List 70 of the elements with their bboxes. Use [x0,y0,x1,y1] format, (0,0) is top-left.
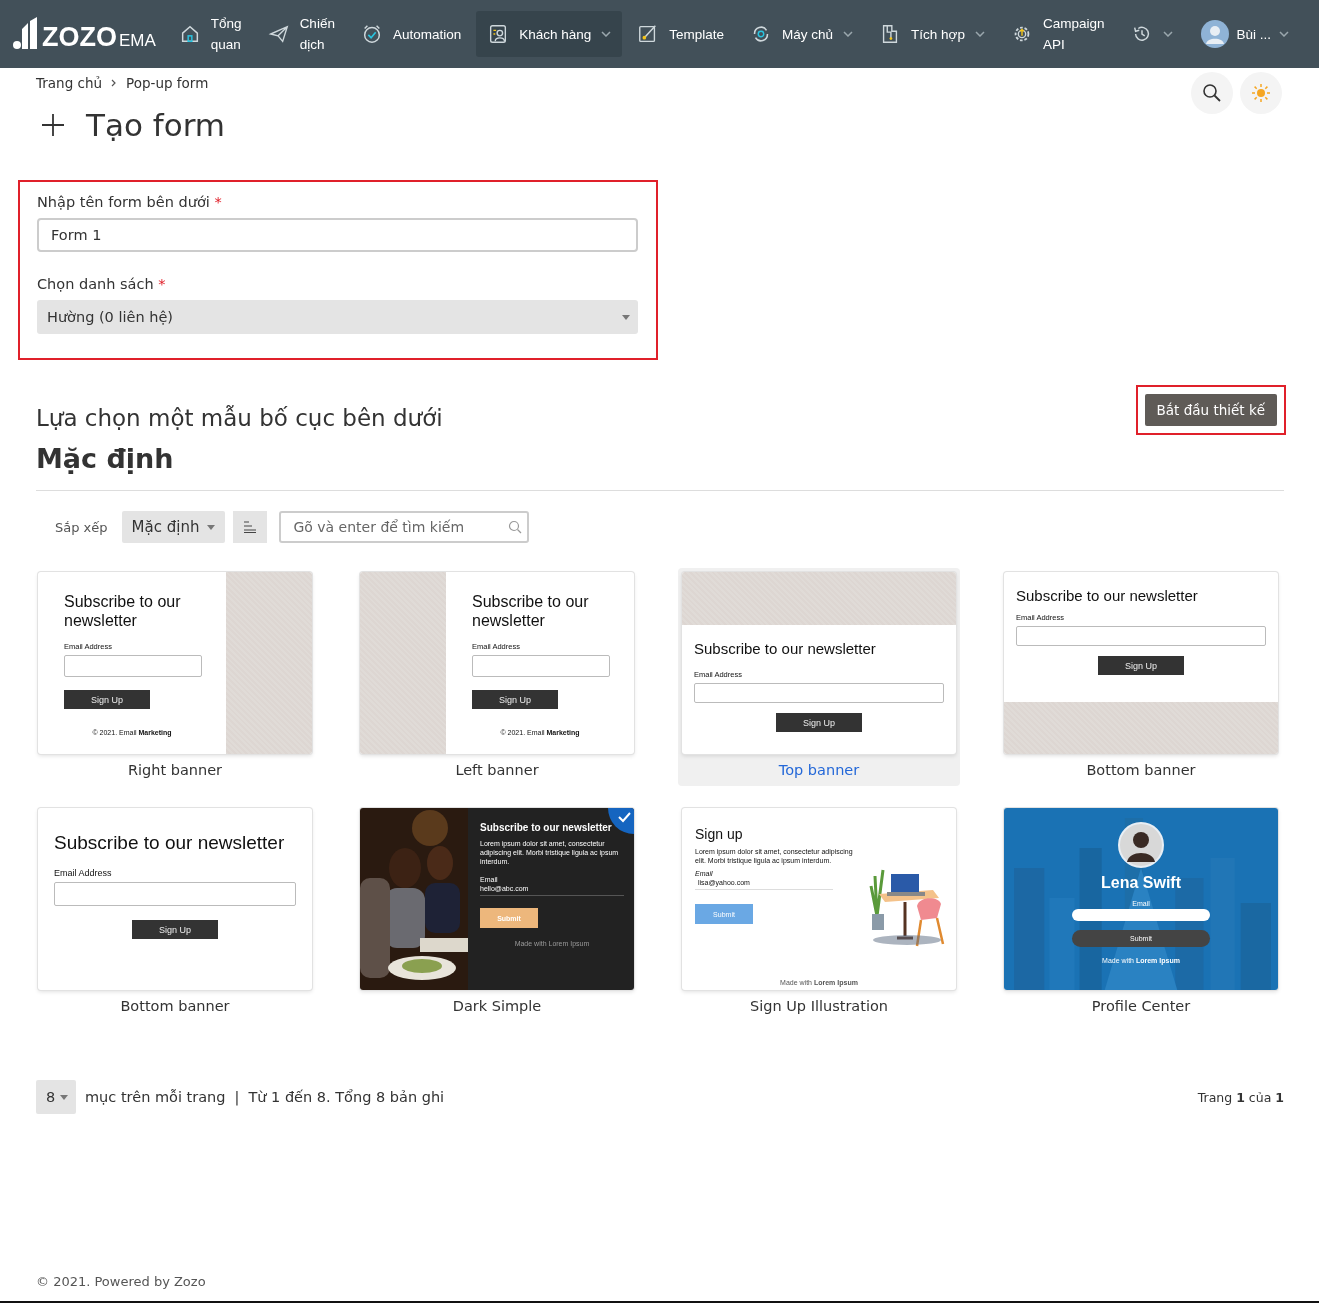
sort-icon [243,521,258,533]
caret-icon [1279,31,1289,37]
theme-button[interactable] [1240,72,1282,114]
search-field[interactable]: Gõ và enter để tìm kiếm [279,511,530,543]
preview-label: Email Address [54,868,112,878]
preview-title: Subscribe to our newsletter [54,832,285,854]
sort-dropdown[interactable]: Mặc định [121,511,226,543]
breadcrumb-link[interactable]: Trang chủ [36,75,103,91]
page-title: Tạo form [86,107,226,143]
nav-item[interactable]: Campaign API [999,11,1116,57]
template-name: Dark Simple [452,998,542,1014]
caret-icon [1162,31,1173,37]
nav-item[interactable]: Chiến dịch [256,11,346,57]
field-label: Chọn danh sách * [37,276,167,292]
page-size-label: mục trên mỗi trang [85,1089,226,1105]
logo-icon [12,17,40,51]
template-name: Left banner [455,762,539,778]
sun-icon [1251,83,1271,103]
preview-button: Sign Up [776,713,862,732]
list-select[interactable]: Hường (0 liên hệ) [37,300,638,334]
plus-icon [40,112,66,138]
template-name: Sign Up Illustration [749,998,889,1014]
template-name: Bottom banner [1086,762,1196,778]
page-indicator: Trang 1 của 1 [1197,1089,1284,1105]
field-label: Nhập tên form bên dưới * [37,194,223,210]
template-name: Top banner [778,762,860,778]
nav-item[interactable]: Tích hợp [868,11,996,57]
breadcrumb-link[interactable]: Pop-up form [126,75,209,91]
nav-item[interactable]: Máy chủ [739,11,865,57]
preview-title: Sign up [695,826,743,842]
record-range: Từ 1 đến 8. Tổng 8 bản ghi [248,1089,445,1105]
preview-title: Subscribe to our newsletter [1016,586,1198,605]
preview-title: Subscribe to our newsletter [480,822,612,833]
start-design-button[interactable]: Bắt đầu thiết kế [1144,394,1277,426]
search-button[interactable] [1191,72,1233,114]
avatar-icon [1118,822,1164,868]
preview-button: Sign Up [1098,656,1184,675]
dropdown-icon [60,1094,68,1100]
nav-item[interactable]: Tổng quan [167,11,253,57]
sort-order-button[interactable] [233,511,268,543]
separator: | [234,1089,240,1105]
dropdown-icon [622,314,630,320]
preview-title: Subscribe to our newsletter [64,592,182,630]
group-title: Mặc định [36,443,175,474]
dropdown-icon [207,524,216,530]
avatar-icon [1200,20,1229,48]
preview-title: Subscribe to our newsletter [472,592,590,630]
user-menu[interactable]: Bùi ... [1189,11,1300,57]
preview-button: Sign Up [472,690,558,709]
template-name: Right banner [127,762,223,778]
preview-button: Sign Up [132,920,218,939]
nav-item[interactable]: Template [626,11,736,57]
logo-text: ZOZO [42,23,117,51]
search-icon [1202,83,1222,103]
preview-title: Subscribe to our newsletter [694,639,876,658]
chevron-icon [111,79,118,87]
nav-item[interactable]: Khách hàng [476,11,623,57]
logo-suffix: EMA [119,31,156,51]
form-name-field[interactable]: Form 1 [37,218,638,252]
page-size-dropdown[interactable]: 8 [36,1080,76,1114]
nav-item[interactable]: Automation [349,11,473,57]
template-name: Profile Center [1091,998,1191,1014]
preview-button: Sign Up [64,690,150,709]
template-name: Bottom banner [120,998,230,1014]
preview-title: Lena Swift [1101,874,1181,892]
sort-label: Sắp xếp [55,519,108,535]
plane-icon [267,23,290,45]
section-title: Lựa chọn một mẫu bố cục bên dưới [36,405,443,431]
footer-text: © 2021. Powered by Zozo [36,1274,207,1289]
search-icon [508,520,523,534]
